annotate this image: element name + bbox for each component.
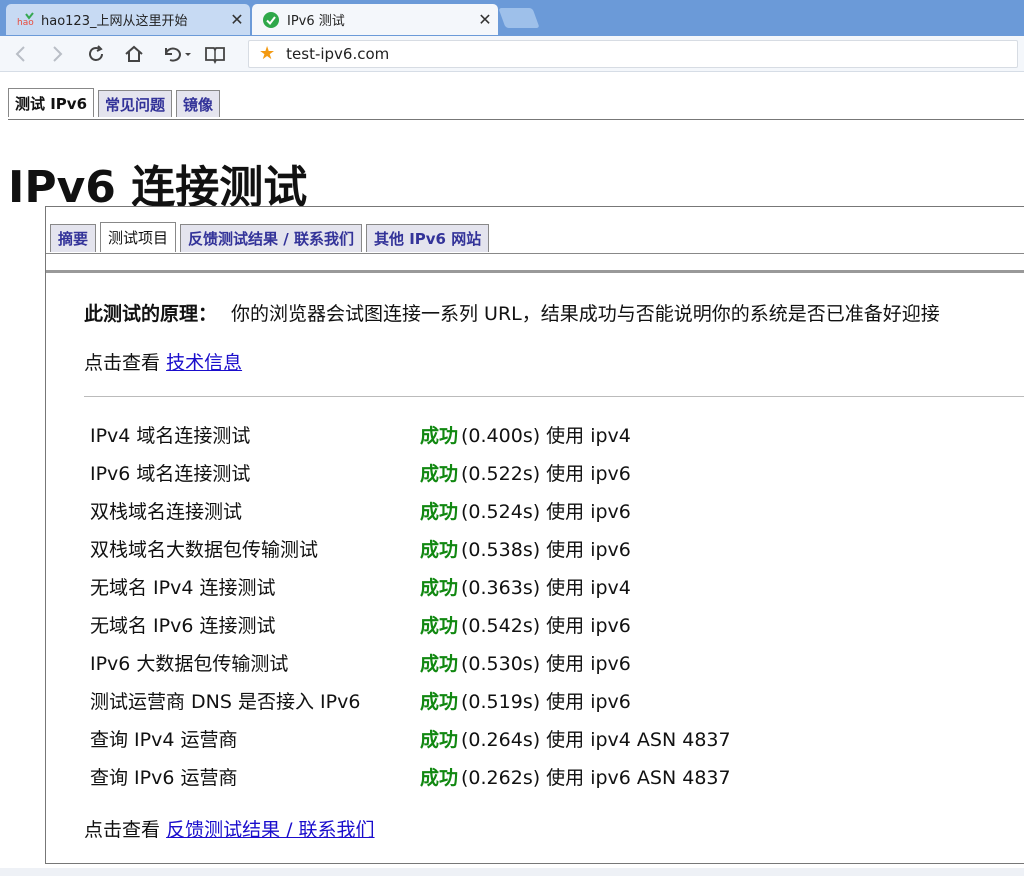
principle-label: 此测试的原理： (84, 303, 218, 325)
divider (46, 270, 1024, 273)
result-status: 成功 (420, 538, 459, 561)
web-page: 测试 IPv6 常见问题 镜像 IPv6 连接测试 摘要 测试项目 反馈测试结果… (0, 73, 1024, 868)
reload-icon[interactable] (83, 41, 109, 67)
result-row: IPv6 域名连接测试 成功 (0.522s) 使用 ipv6 (90, 453, 731, 491)
result-test-name: IPv4 域名连接测试 (90, 424, 251, 447)
result-detail: (0.524s) 使用 ipv6 (461, 500, 631, 523)
result-detail: (0.542s) 使用 ipv6 (461, 614, 631, 637)
result-status: 成功 (420, 728, 459, 751)
result-detail: (0.400s) 使用 ipv4 (461, 424, 631, 447)
browser-tab-ipv6[interactable]: IPv6 测试 ✕ (252, 4, 498, 35)
site-nav: 测试 IPv6 常见问题 镜像 (8, 88, 224, 117)
site-nav-test-ipv6[interactable]: 测试 IPv6 (8, 88, 95, 117)
site-nav-mirrors[interactable]: 镜像 (176, 90, 221, 117)
feedback-line: 点击查看 反馈测试结果 / 联系我们 (84, 815, 375, 842)
url-text: test-ipv6.com (286, 45, 390, 63)
result-row: IPv4 域名连接测试 成功 (0.400s) 使用 ipv4 (90, 415, 731, 453)
result-detail: (0.530s) 使用 ipv6 (461, 652, 631, 675)
result-row: 双栈域名连接测试 成功 (0.524s) 使用 ipv6 (90, 491, 731, 529)
result-row: 无域名 IPv6 连接测试 成功 (0.542s) 使用 ipv6 (90, 605, 731, 643)
forward-icon[interactable] (44, 41, 70, 67)
svg-text:hao: hao (17, 18, 34, 28)
result-test-name: 无域名 IPv6 连接测试 (90, 614, 276, 637)
principle-body: 你的浏览器会试图连接一系列 URL，结果成功与否能说明你的系统是否已准备好迎接 (231, 303, 940, 325)
result-status: 成功 (420, 576, 459, 599)
feedback-prefix: 点击查看 (84, 819, 161, 841)
hao123-logo-icon: hao (16, 11, 34, 29)
browser-tab-strip: hao hao123_上网从这里开始 ✕ IPv6 测试 ✕ (0, 0, 1024, 36)
tab-summary[interactable]: 摘要 (50, 224, 97, 252)
site-nav-faq[interactable]: 常见问题 (98, 90, 173, 117)
result-row: 测试运营商 DNS 是否接入 IPv6 成功 (0.519s) 使用 ipv6 (90, 681, 731, 719)
tab-other-sites[interactable]: 其他 IPv6 网站 (365, 224, 490, 252)
divider (8, 119, 1024, 120)
close-tab-icon[interactable]: ✕ (224, 10, 250, 29)
result-test-name: 测试运营商 DNS 是否接入 IPv6 (90, 690, 361, 713)
result-detail: (0.264s) 使用 ipv4 ASN 4837 (461, 728, 731, 751)
result-detail: (0.522s) 使用 ipv6 (461, 462, 631, 485)
divider (46, 253, 1024, 254)
tech-info-line: 点击查看 技术信息 (84, 348, 242, 375)
divider (84, 396, 1024, 397)
result-row: 无域名 IPv4 连接测试 成功 (0.363s) 使用 ipv4 (90, 567, 731, 605)
address-bar[interactable]: ★ test-ipv6.com (248, 40, 1018, 68)
principle-text: 此测试的原理： 你的浏览器会试图连接一系列 URL，结果成功与否能说明你的系统是否… (84, 299, 940, 326)
result-row: IPv6 大数据包传输测试 成功 (0.530s) 使用 ipv6 (90, 643, 731, 681)
browser-tab-title: IPv6 测试 (287, 14, 345, 29)
close-tab-icon[interactable]: ✕ (472, 10, 498, 29)
browser-toolbar: ★ test-ipv6.com (0, 36, 1024, 72)
result-row: 查询 IPv4 运营商 成功 (0.264s) 使用 ipv4 ASN 4837 (90, 719, 731, 757)
back-icon[interactable] (8, 41, 34, 67)
tab-feedback[interactable]: 反馈测试结果 / 联系我们 (180, 224, 362, 252)
favorite-star-icon[interactable]: ★ (259, 45, 275, 63)
result-status: 成功 (420, 652, 459, 675)
result-detail: (0.519s) 使用 ipv6 (461, 690, 631, 713)
feedback-link[interactable]: 反馈测试结果 / 联系我们 (166, 819, 374, 841)
result-status: 成功 (420, 500, 459, 523)
result-test-name: IPv6 大数据包传输测试 (90, 652, 289, 675)
result-test-name: 查询 IPv4 运营商 (90, 728, 238, 751)
check-circle-icon (262, 11, 280, 29)
result-test-name: 无域名 IPv4 连接测试 (90, 576, 276, 599)
browser-tab-title: hao123_上网从这里开始 (41, 14, 188, 29)
results-table: IPv4 域名连接测试 成功 (0.400s) 使用 ipv4 IPv6 域名连接测试… (90, 415, 731, 795)
result-detail: (0.363s) 使用 ipv4 (461, 576, 631, 599)
reading-mode-icon[interactable] (202, 41, 228, 67)
tech-info-link[interactable]: 技术信息 (166, 352, 242, 374)
result-test-name: 双栈域名大数据包传输测试 (90, 538, 319, 561)
result-status: 成功 (420, 690, 459, 713)
undo-close-tab-icon[interactable] (160, 41, 194, 67)
home-icon[interactable] (121, 41, 147, 67)
tech-info-prefix: 点击查看 (84, 352, 161, 374)
result-detail: (0.538s) 使用 ipv6 (461, 538, 631, 561)
result-status: 成功 (420, 462, 459, 485)
result-detail: (0.262s) 使用 ipv6 ASN 4837 (461, 766, 731, 789)
panel-tabs: 摘要 测试项目 反馈测试结果 / 联系我们 其他 IPv6 网站 (50, 222, 493, 252)
result-row: 查询 IPv6 运营商 成功 (0.262s) 使用 ipv6 ASN 4837 (90, 757, 731, 795)
result-row: 双栈域名大数据包传输测试 成功 (0.538s) 使用 ipv6 (90, 529, 731, 567)
browser-tab-hao123[interactable]: hao hao123_上网从这里开始 ✕ (6, 4, 250, 35)
result-test-name: 查询 IPv6 运营商 (90, 766, 238, 789)
window-bottom-edge (0, 868, 1024, 876)
result-test-name: IPv6 域名连接测试 (90, 462, 251, 485)
test-panel: 摘要 测试项目 反馈测试结果 / 联系我们 其他 IPv6 网站 此测试的原理：… (45, 206, 1024, 864)
new-tab-button[interactable] (498, 8, 540, 28)
result-status: 成功 (420, 424, 459, 447)
result-status: 成功 (420, 614, 459, 637)
result-status: 成功 (420, 766, 459, 789)
result-test-name: 双栈域名连接测试 (90, 500, 243, 523)
tab-test-items[interactable]: 测试项目 (100, 222, 177, 252)
